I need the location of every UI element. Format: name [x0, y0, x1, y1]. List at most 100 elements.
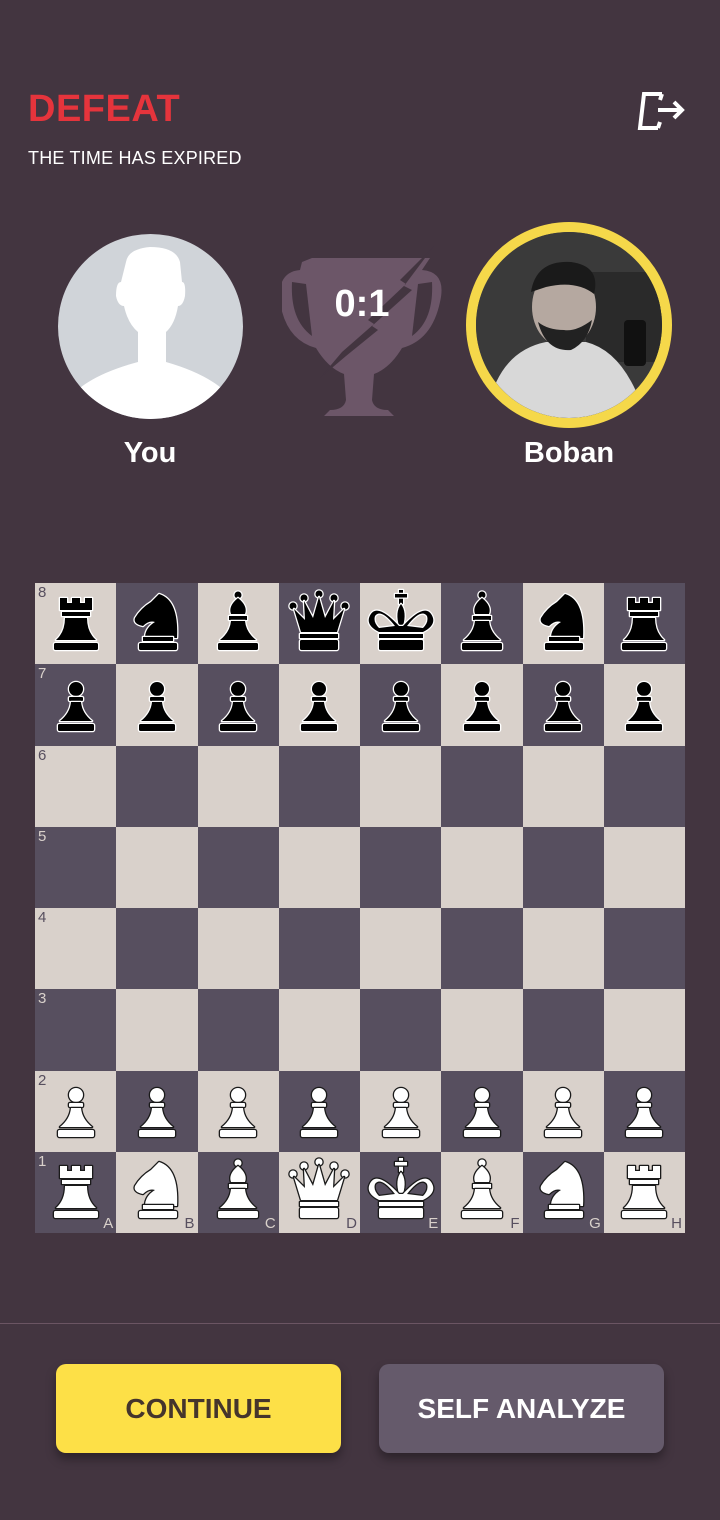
square-b1[interactable]: B — [116, 1151, 198, 1233]
square-g5[interactable] — [522, 826, 604, 908]
square-f2[interactable] — [441, 1070, 523, 1152]
square-f5[interactable] — [441, 826, 523, 908]
square-a4[interactable]: 4 — [35, 908, 117, 990]
white-pawn-icon[interactable] — [527, 1075, 599, 1147]
square-f1[interactable]: F — [441, 1151, 523, 1233]
black-pawn-icon[interactable] — [527, 669, 599, 741]
square-g1[interactable]: G — [522, 1151, 604, 1233]
square-a8[interactable]: 8 — [35, 583, 117, 665]
square-c4[interactable] — [197, 908, 279, 990]
square-g6[interactable] — [522, 745, 604, 827]
square-f3[interactable] — [441, 989, 523, 1071]
square-c8[interactable] — [197, 583, 279, 665]
square-c3[interactable] — [197, 989, 279, 1071]
square-e2[interactable] — [360, 1070, 442, 1152]
square-b3[interactable] — [116, 989, 198, 1071]
square-h4[interactable] — [603, 908, 685, 990]
square-c2[interactable] — [197, 1070, 279, 1152]
square-g4[interactable] — [522, 908, 604, 990]
square-h1[interactable]: H — [603, 1151, 685, 1233]
white-queen-icon[interactable] — [283, 1156, 355, 1228]
black-rook-icon[interactable] — [608, 588, 680, 660]
square-g2[interactable] — [522, 1070, 604, 1152]
square-f4[interactable] — [441, 908, 523, 990]
white-knight-icon[interactable] — [121, 1156, 193, 1228]
square-a7[interactable]: 7 — [35, 664, 117, 746]
square-g7[interactable] — [522, 664, 604, 746]
square-h2[interactable] — [603, 1070, 685, 1152]
square-h6[interactable] — [603, 745, 685, 827]
square-d8[interactable] — [278, 583, 360, 665]
square-e3[interactable] — [360, 989, 442, 1071]
white-bishop-icon[interactable] — [202, 1156, 274, 1228]
square-d4[interactable] — [278, 908, 360, 990]
square-b6[interactable] — [116, 745, 198, 827]
black-pawn-icon[interactable] — [121, 669, 193, 741]
continue-button[interactable]: CONTINUE — [56, 1364, 341, 1453]
avatar-you — [58, 234, 243, 419]
square-b7[interactable] — [116, 664, 198, 746]
white-rook-icon[interactable] — [40, 1156, 112, 1228]
square-e8[interactable] — [360, 583, 442, 665]
square-d5[interactable] — [278, 826, 360, 908]
white-bishop-icon[interactable] — [446, 1156, 518, 1228]
square-d2[interactable] — [278, 1070, 360, 1152]
square-f6[interactable] — [441, 745, 523, 827]
square-a6[interactable]: 6 — [35, 745, 117, 827]
square-b8[interactable] — [116, 583, 198, 665]
square-h5[interactable] — [603, 826, 685, 908]
square-a1[interactable]: 1A — [35, 1151, 117, 1233]
black-pawn-icon[interactable] — [365, 669, 437, 741]
square-e1[interactable]: E — [360, 1151, 442, 1233]
black-bishop-icon[interactable] — [446, 588, 518, 660]
square-e4[interactable] — [360, 908, 442, 990]
square-d7[interactable] — [278, 664, 360, 746]
black-pawn-icon[interactable] — [608, 669, 680, 741]
white-pawn-icon[interactable] — [608, 1075, 680, 1147]
black-pawn-icon[interactable] — [40, 669, 112, 741]
white-rook-icon[interactable] — [608, 1156, 680, 1228]
white-pawn-icon[interactable] — [121, 1075, 193, 1147]
square-d1[interactable]: D — [278, 1151, 360, 1233]
square-h8[interactable] — [603, 583, 685, 665]
black-queen-icon[interactable] — [283, 588, 355, 660]
square-a2[interactable]: 2 — [35, 1070, 117, 1152]
white-pawn-icon[interactable] — [202, 1075, 274, 1147]
square-h3[interactable] — [603, 989, 685, 1071]
square-f7[interactable] — [441, 664, 523, 746]
black-bishop-icon[interactable] — [202, 588, 274, 660]
black-pawn-icon[interactable] — [202, 669, 274, 741]
square-a5[interactable]: 5 — [35, 826, 117, 908]
black-pawn-icon[interactable] — [446, 669, 518, 741]
square-a3[interactable]: 3 — [35, 989, 117, 1071]
black-knight-icon[interactable] — [527, 588, 599, 660]
square-d6[interactable] — [278, 745, 360, 827]
square-c5[interactable] — [197, 826, 279, 908]
self-analyze-button[interactable]: SELF ANALYZE — [379, 1364, 664, 1453]
square-c6[interactable] — [197, 745, 279, 827]
square-f8[interactable] — [441, 583, 523, 665]
square-b2[interactable] — [116, 1070, 198, 1152]
white-pawn-icon[interactable] — [40, 1075, 112, 1147]
black-pawn-icon[interactable] — [283, 669, 355, 741]
white-pawn-icon[interactable] — [283, 1075, 355, 1147]
square-g8[interactable] — [522, 583, 604, 665]
black-rook-icon[interactable] — [40, 588, 112, 660]
black-knight-icon[interactable] — [121, 588, 193, 660]
square-e6[interactable] — [360, 745, 442, 827]
square-e5[interactable] — [360, 826, 442, 908]
white-pawn-icon[interactable] — [446, 1075, 518, 1147]
chess-board[interactable]: 87654321ABCDEFGH — [35, 583, 685, 1233]
black-king-icon[interactable] — [365, 588, 437, 660]
white-pawn-icon[interactable] — [365, 1075, 437, 1147]
exit-button[interactable] — [632, 86, 690, 136]
square-c1[interactable]: C — [197, 1151, 279, 1233]
square-e7[interactable] — [360, 664, 442, 746]
square-g3[interactable] — [522, 989, 604, 1071]
square-b5[interactable] — [116, 826, 198, 908]
square-h7[interactable] — [603, 664, 685, 746]
square-b4[interactable] — [116, 908, 198, 990]
white-king-icon[interactable] — [365, 1156, 437, 1228]
square-d3[interactable] — [278, 989, 360, 1071]
square-c7[interactable] — [197, 664, 279, 746]
